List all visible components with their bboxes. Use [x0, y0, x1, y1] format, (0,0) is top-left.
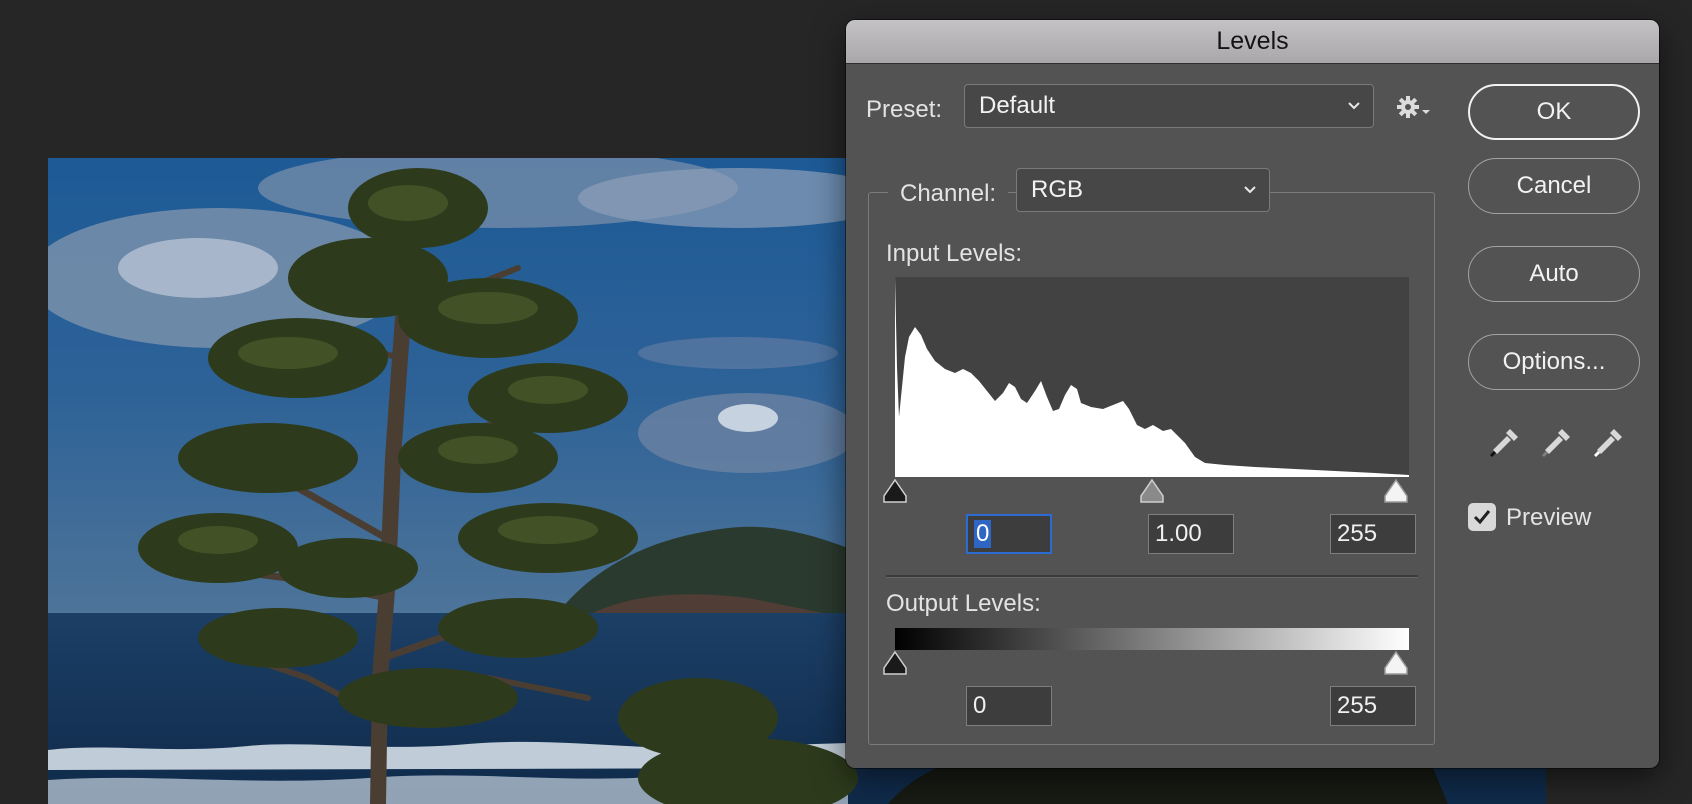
- ok-button[interactable]: OK: [1468, 84, 1640, 140]
- output-white-field[interactable]: 255: [1330, 686, 1416, 726]
- preview-label: Preview: [1506, 504, 1592, 531]
- cancel-button-label: Cancel: [1516, 172, 1592, 199]
- section-divider: [886, 575, 1418, 578]
- histogram-curve: [895, 277, 1409, 477]
- ok-button-label: OK: [1536, 98, 1572, 125]
- output-gradient-bar: [895, 628, 1409, 650]
- chevron-down-icon: [1348, 102, 1360, 110]
- eyedropper-gray-icon[interactable]: [1538, 425, 1574, 461]
- levels-dialog: Levels Preset: Default Channel: RGB Inpu…: [846, 20, 1659, 768]
- channel-value: RGB: [1031, 176, 1084, 203]
- dialog-title: Levels: [1216, 27, 1289, 55]
- checkmark-icon: [1473, 510, 1491, 525]
- histogram: [895, 277, 1409, 477]
- eyedropper-black-icon[interactable]: [1486, 425, 1522, 461]
- options-button[interactable]: Options...: [1468, 334, 1640, 390]
- preset-options-button[interactable]: [1396, 94, 1436, 124]
- channel-label: Channel:: [888, 180, 1009, 208]
- options-button-label: Options...: [1502, 348, 1606, 375]
- output-black-value: 0: [973, 692, 987, 719]
- dialog-titlebar[interactable]: Levels: [846, 20, 1659, 64]
- auto-button[interactable]: Auto: [1468, 246, 1640, 302]
- cancel-button[interactable]: Cancel: [1468, 158, 1640, 214]
- output-black-field[interactable]: 0: [966, 686, 1052, 726]
- input-gamma-slider[interactable]: [1139, 478, 1165, 504]
- output-black-slider[interactable]: [882, 650, 908, 676]
- preset-label: Preset:: [866, 96, 943, 123]
- output-white-slider[interactable]: [1383, 650, 1409, 676]
- gear-icon: [1397, 96, 1430, 118]
- chevron-down-icon: [1244, 186, 1256, 194]
- input-levels-label: Input Levels:: [886, 240, 1023, 267]
- input-white-field[interactable]: 255: [1330, 514, 1416, 554]
- preset-dropdown[interactable]: Default: [964, 84, 1374, 128]
- preview-checkbox[interactable]: [1468, 503, 1496, 531]
- input-gamma-value: 1.00: [1155, 520, 1202, 547]
- input-white-value: 255: [1337, 520, 1378, 547]
- channel-dropdown[interactable]: RGB: [1016, 168, 1270, 212]
- output-levels-label: Output Levels:: [886, 590, 1041, 617]
- input-white-slider[interactable]: [1383, 478, 1409, 504]
- input-gamma-field[interactable]: 1.00: [1148, 514, 1234, 554]
- input-black-slider[interactable]: [882, 478, 908, 504]
- eyedropper-white-icon[interactable]: [1590, 425, 1626, 461]
- preset-value: Default: [979, 92, 1056, 119]
- input-black-field[interactable]: 0: [966, 514, 1052, 554]
- input-black-value: 0: [974, 520, 992, 548]
- output-white-value: 255: [1337, 692, 1378, 719]
- auto-button-label: Auto: [1529, 260, 1579, 287]
